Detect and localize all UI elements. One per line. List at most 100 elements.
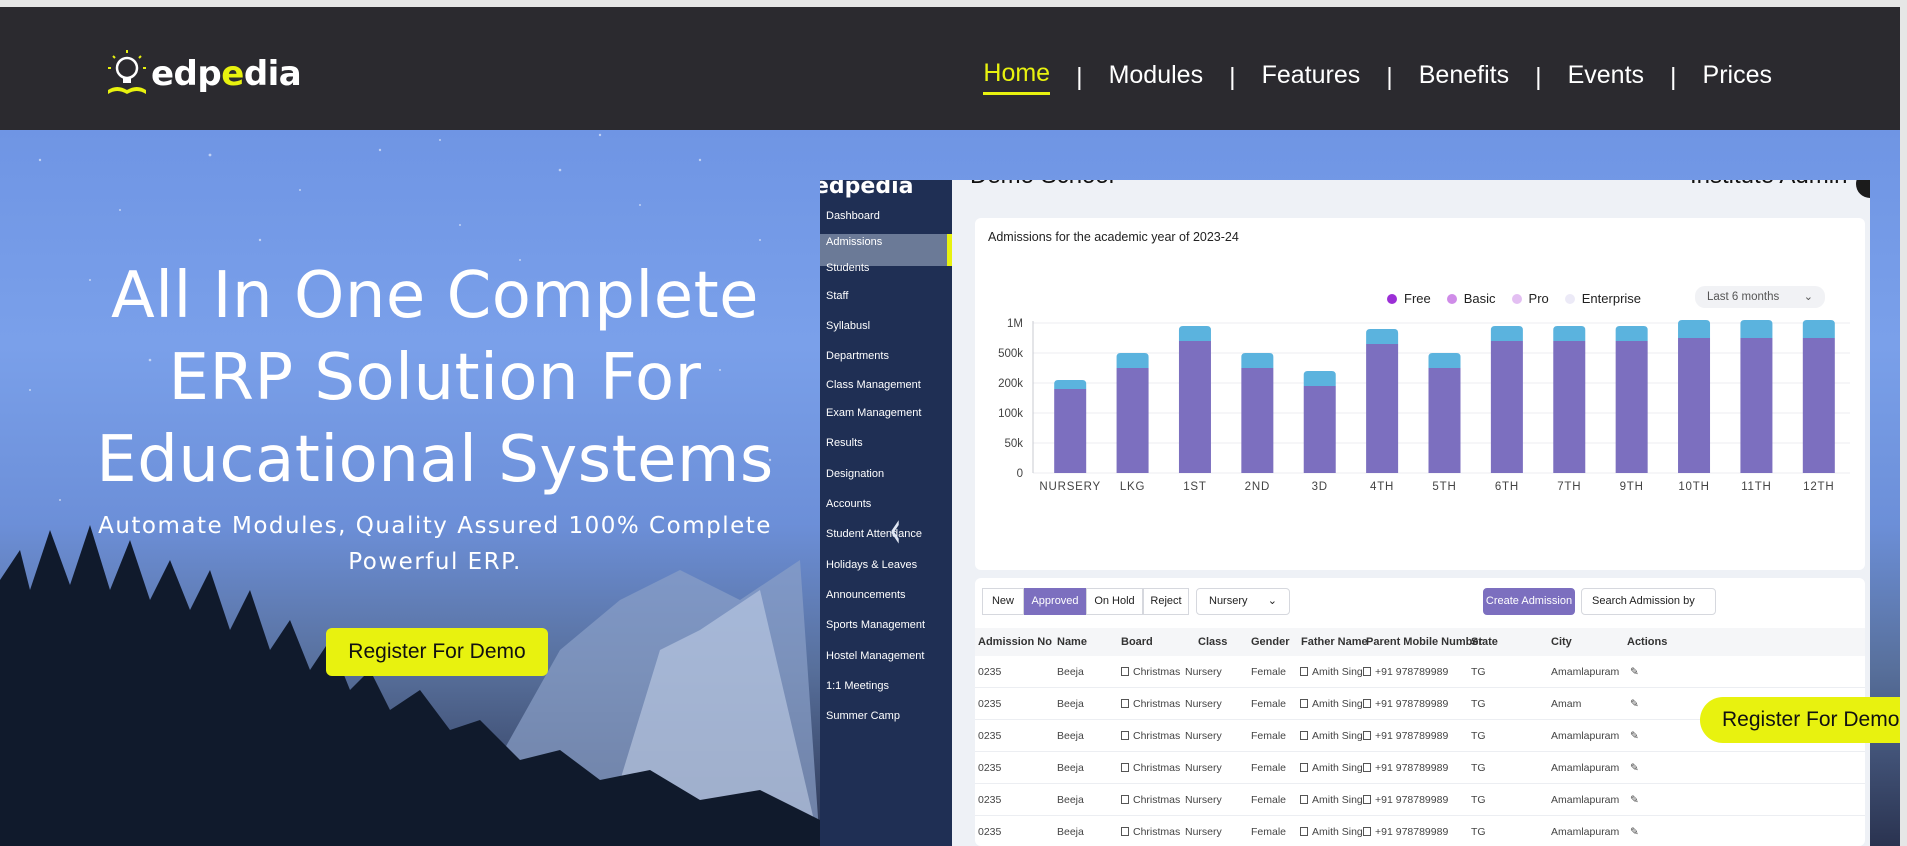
table-cell: 0235 (978, 762, 1002, 774)
chevron-down-icon: ⌄ (1803, 291, 1813, 303)
edit-icon[interactable]: ✎ (1630, 720, 1639, 752)
sidebar-item-designation[interactable]: Designation (826, 468, 884, 480)
sidebar-item-students[interactable]: Students (826, 262, 869, 274)
sidebar-item-accounts[interactable]: Accounts (826, 498, 871, 510)
x-tick-label: 4TH (1370, 481, 1394, 493)
table-row[interactable]: 0235 Beeja Christmas Nursery Female Amith Sin… (975, 752, 1865, 784)
column-header[interactable]: Admission No (978, 628, 1052, 656)
column-header[interactable]: Parent Mobile Number (1366, 628, 1483, 656)
table-cell: 0235 (978, 794, 1002, 806)
bar-free (1615, 341, 1648, 473)
column-header[interactable]: Board (1121, 628, 1153, 656)
bar-basic (1303, 371, 1336, 386)
tab-new[interactable]: New (982, 588, 1024, 615)
headline-line: Educational Systems (96, 423, 774, 497)
page-scrollbar[interactable] (1900, 0, 1907, 846)
nav-features[interactable]: Features (1262, 61, 1361, 94)
nav-home[interactable]: Home (983, 59, 1051, 95)
preview-role: Institute Admin (1690, 180, 1847, 190)
sidebar-item-results[interactable]: Results (826, 437, 863, 449)
sidebar-item-admissions[interactable]: Admissions (826, 236, 882, 248)
tab-reject[interactable]: Reject (1143, 588, 1189, 615)
sidebar-item-1-1-meetings[interactable]: 1:1 Meetings (826, 680, 889, 692)
sidebar-item-dashboard[interactable]: Dashboard (826, 210, 880, 222)
period-dropdown[interactable]: Last 6 months ⌄ (1695, 286, 1825, 308)
column-header[interactable]: Actions (1627, 628, 1667, 656)
subline-line: Automate Modules, Quality Assured 100% C… (98, 513, 772, 539)
preview-school-title: Demo School (970, 180, 1114, 190)
chart-title: Admissions for the academic year of 2023… (988, 230, 1239, 244)
sidebar-item-class-management[interactable]: Class Management (826, 379, 921, 391)
table-cell: Beeja (1057, 762, 1084, 774)
register-demo-button[interactable]: Register For Demo (326, 628, 548, 676)
edit-icon[interactable]: ✎ (1630, 688, 1639, 720)
brand-logo[interactable]: edpedia (105, 50, 302, 98)
column-header[interactable]: Father Name (1301, 628, 1368, 656)
table-cell: Christmas (1133, 666, 1181, 678)
column-header[interactable]: Gender (1251, 628, 1290, 656)
table-cell: Nursery (1185, 698, 1222, 710)
edit-icon[interactable]: ✎ (1630, 752, 1639, 784)
x-tick-label: LKG (1120, 481, 1145, 493)
class-filter-dropdown[interactable]: Nursery ⌄ (1196, 588, 1290, 615)
x-tick-label: 7TH (1557, 481, 1581, 493)
table-cell: Amamlapuram (1551, 666, 1620, 678)
table-row[interactable]: 0235 Beeja Christmas Nursery Female Amith Sin… (975, 656, 1865, 688)
create-admission-button[interactable]: Create Admission (1483, 588, 1575, 615)
sidebar-item-summer-camp[interactable]: Summer Camp (826, 710, 900, 722)
sidebar-item-sports-management[interactable]: Sports Management (826, 619, 925, 631)
bar-free (1490, 341, 1523, 473)
copy-icon (1300, 763, 1308, 772)
sidebar-item-announcements[interactable]: Announcements (826, 589, 906, 601)
legend-item: Enterprise (1564, 291, 1641, 306)
nav-events[interactable]: Events (1568, 61, 1644, 94)
table-cell: Amam (1551, 698, 1582, 710)
edit-icon[interactable]: ✎ (1630, 816, 1639, 846)
sidebar-item-staff[interactable]: Staff (826, 290, 848, 302)
edit-icon[interactable]: ✎ (1630, 784, 1639, 816)
tab-approved[interactable]: Approved (1024, 588, 1086, 615)
table-cell: 0235 (978, 826, 1002, 838)
floating-register-demo-button[interactable]: Register For Demo (1700, 697, 1900, 743)
sidebar-item-holidays-leaves[interactable]: Holidays & Leaves (826, 559, 917, 571)
main-menu: Home | Modules | Features | Benefits | E… (983, 59, 1772, 95)
table-row[interactable]: 0235 Beeja Christmas Nursery Female Amith Sin… (975, 784, 1865, 816)
table-cell: TG (1471, 666, 1486, 678)
column-header[interactable]: State (1471, 628, 1498, 656)
dashboard-preview: edpedia Dashboard Admissions Students Staff… (820, 180, 1870, 846)
table-row[interactable]: 0235 Beeja Christmas Nursery Female Amith Sin… (975, 816, 1865, 846)
legend-item: Free (1387, 291, 1431, 306)
table-cell: Nursery (1185, 762, 1222, 774)
search-admission-input[interactable]: Search Admission by (1581, 588, 1716, 615)
table-cell: TG (1471, 762, 1486, 774)
legend-item: Pro (1511, 291, 1549, 306)
bar-free (1366, 344, 1399, 473)
column-header[interactable]: City (1551, 628, 1572, 656)
class-filter-value: Nursery (1209, 595, 1248, 607)
bar-basic (1615, 326, 1648, 341)
table-cell: Amamlapuram (1551, 730, 1620, 742)
nav-separator: | (1386, 62, 1393, 91)
table-cell: Amith Sing (1312, 666, 1363, 678)
nav-prices[interactable]: Prices (1703, 61, 1772, 94)
table-cell: +91 978789989 (1375, 666, 1449, 678)
hero-section: All In One Complete ERP Solution For Edu… (0, 130, 1900, 846)
x-tick-label: 1ST (1183, 481, 1207, 493)
sidebar-item-departments[interactable]: Departments (826, 350, 889, 362)
nav-modules[interactable]: Modules (1109, 61, 1204, 94)
bar-basic (1241, 353, 1274, 368)
column-header[interactable]: Name (1057, 628, 1087, 656)
chart-legend: Free Basic Pro Enterprise (1387, 291, 1657, 306)
tab-on-hold[interactable]: On Hold (1086, 588, 1143, 615)
sidebar-item-hostel-management[interactable]: Hostel Management (826, 650, 924, 662)
sidebar-item-student-attendance[interactable]: Student Attendance (826, 528, 922, 540)
edit-icon[interactable]: ✎ (1630, 656, 1639, 688)
sidebar-item-exam-management[interactable]: Exam Management (826, 407, 921, 419)
carousel-prev-arrow[interactable]: ‹ (889, 500, 901, 560)
bar-free (1178, 341, 1211, 473)
table-cell: TG (1471, 794, 1486, 806)
sidebar-item-syllabusl[interactable]: Syllabusl (826, 320, 870, 332)
bar-free (1428, 368, 1461, 473)
column-header[interactable]: Class (1198, 628, 1227, 656)
nav-benefits[interactable]: Benefits (1419, 61, 1509, 94)
